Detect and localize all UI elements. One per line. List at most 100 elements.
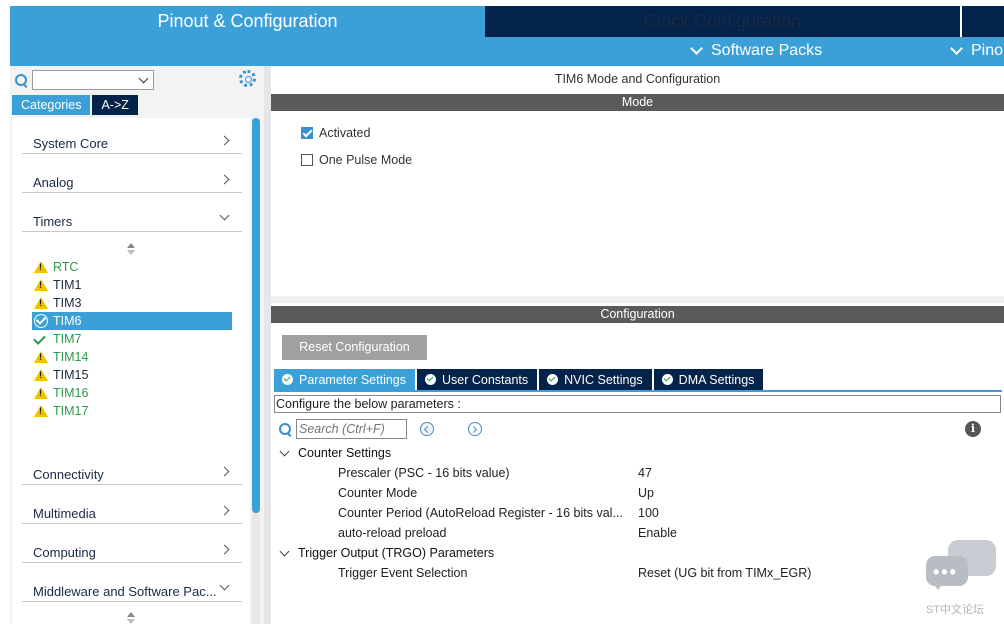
category-analog[interactable]: Analog [22, 167, 242, 193]
timer-item-tim17[interactable]: TIM17 [32, 402, 232, 420]
timer-label: TIM7 [53, 332, 82, 346]
check-icon [34, 333, 48, 345]
param-row[interactable]: Trigger Event Selection Reset (UG bit fr… [338, 566, 938, 584]
info-icon[interactable]: i [965, 421, 981, 437]
chevron-down-icon [219, 580, 230, 591]
watermark-text: ST中文论坛 [926, 604, 985, 616]
group-label: Trigger Output (TRGO) Parameters [298, 546, 495, 560]
category-connectivity[interactable]: Connectivity [22, 459, 242, 485]
warning-icon [34, 261, 48, 273]
configure-description: Configure the below parameters : [274, 395, 1001, 413]
software-packs-menu[interactable]: Software Packs [690, 42, 823, 60]
group-trgo-parameters[interactable]: Trigger Output (TRGO) Parameters [279, 546, 494, 560]
tab-label: Parameter Settings [299, 372, 406, 387]
category-tree: System Core Analog Timers RTC TIM1 TIM3 … [12, 118, 250, 624]
sort-arrows-icon[interactable] [127, 243, 136, 257]
param-row[interactable]: Prescaler (PSC - 16 bits value) 47 [338, 466, 938, 484]
search-icon[interactable] [279, 422, 292, 436]
param-value[interactable]: Up [638, 486, 654, 500]
sort-arrows-icon[interactable] [127, 612, 136, 624]
timer-item-tim14[interactable]: TIM14 [32, 348, 232, 366]
tab-next-stub[interactable] [960, 6, 1004, 37]
tab-label: NVIC Settings [564, 372, 643, 387]
search-icon[interactable] [15, 73, 28, 87]
chevron-right-icon [219, 544, 230, 555]
activated-checkbox-row[interactable]: Activated [301, 126, 370, 140]
timer-label: RTC [53, 260, 79, 274]
chevron-down-icon [279, 446, 290, 457]
category-tabs: Categories A->Z [12, 95, 138, 115]
activated-label: Activated [319, 126, 371, 140]
category-middleware[interactable]: Middleware and Software Pac... [22, 576, 242, 602]
panel-title: TIM6 Mode and Configuration [554, 72, 721, 86]
one-pulse-label: One Pulse Mode [319, 153, 413, 167]
software-packs-label: Software Packs [711, 42, 823, 59]
next-match-icon[interactable] [468, 422, 482, 436]
category-label: Computing [33, 545, 96, 560]
warning-icon [34, 279, 48, 291]
st-forum-watermark: ••• ST中文论坛 [924, 540, 998, 620]
top-tab-bar: Pinout & Configuration Clock Configurati… [10, 6, 1004, 37]
param-name: auto-reload preload [338, 526, 447, 540]
activated-checkbox[interactable] [301, 127, 313, 139]
param-row[interactable]: auto-reload preload Enable [338, 526, 938, 544]
timer-item-rtc[interactable]: RTC [32, 258, 232, 276]
timer-item-tim15[interactable]: TIM15 [32, 366, 232, 384]
watermark-dots: ••• [933, 562, 958, 582]
panel-divider[interactable] [264, 66, 271, 624]
one-pulse-checkbox[interactable] [301, 154, 313, 166]
parameter-search [279, 419, 407, 439]
pinout-menu[interactable]: Pino [950, 42, 1004, 60]
param-row[interactable]: Counter Period (AutoReload Register - 16… [338, 506, 938, 524]
chevron-down-icon[interactable] [138, 73, 149, 84]
category-computing[interactable]: Computing [22, 537, 242, 563]
category-multimedia[interactable]: Multimedia [22, 498, 242, 524]
param-name: Counter Period (AutoReload Register - 16… [338, 506, 623, 520]
previous-match-icon[interactable] [420, 422, 434, 436]
param-row[interactable]: Counter Mode Up [338, 486, 938, 504]
tab-clock-configuration[interactable]: Clock Configuration [485, 6, 960, 37]
param-value[interactable]: Enable [638, 526, 677, 540]
category-system-core[interactable]: System Core [22, 128, 242, 154]
timer-item-tim7[interactable]: TIM7 [32, 330, 232, 348]
warning-icon [34, 369, 48, 381]
check-circle-icon [282, 374, 293, 385]
timer-item-tim6[interactable]: TIM6 [32, 312, 232, 330]
timer-label: TIM16 [53, 386, 89, 400]
check-circle-icon [34, 314, 48, 328]
category-label: Analog [33, 175, 74, 190]
group-counter-settings[interactable]: Counter Settings [279, 446, 391, 460]
gear-icon[interactable] [239, 70, 256, 87]
warning-icon [34, 351, 48, 363]
timer-item-tim3[interactable]: TIM3 [32, 294, 232, 312]
parameter-search-input[interactable] [296, 419, 407, 439]
param-value[interactable]: Reset (UG bit from TIMx_EGR) [638, 566, 811, 580]
search-combo[interactable] [32, 70, 154, 90]
param-value[interactable]: 100 [638, 506, 659, 520]
sub-menu-bar: Software Packs Pino [10, 37, 1004, 66]
tab-nvic-settings[interactable]: NVIC Settings [539, 369, 652, 390]
tab-categories[interactable]: Categories [12, 95, 91, 115]
tab-dma-settings[interactable]: DMA Settings [653, 369, 764, 390]
timer-item-tim16[interactable]: TIM16 [32, 384, 232, 402]
category-label: System Core [33, 136, 109, 151]
scrollbar-thumb[interactable] [252, 118, 260, 513]
tab-user-constants[interactable]: User Constants [417, 369, 538, 390]
timer-item-tim1[interactable]: TIM1 [32, 276, 232, 294]
category-timers[interactable]: Timers [22, 206, 242, 232]
one-pulse-checkbox-row[interactable]: One Pulse Mode [301, 153, 412, 167]
mode-header: Mode [271, 94, 1004, 111]
tab-parameter-settings[interactable]: Parameter Settings [274, 369, 415, 390]
pinout-menu-label: Pino [971, 42, 1004, 59]
reset-configuration-button[interactable]: Reset Configuration [282, 335, 427, 360]
tab-a-to-z[interactable]: A->Z [92, 95, 138, 115]
tab-pinout-configuration[interactable]: Pinout & Configuration [10, 6, 485, 37]
section-splitter[interactable] [271, 296, 1004, 303]
param-name: Counter Mode [338, 486, 418, 500]
chevron-right-icon [219, 505, 230, 516]
warning-icon [34, 297, 48, 309]
category-label: Middleware and Software Pac... [33, 584, 217, 599]
left-panel: Categories A->Z System Core Analog Timer… [10, 66, 264, 624]
left-scrollbar[interactable] [252, 118, 260, 624]
param-value[interactable]: 47 [638, 466, 652, 480]
